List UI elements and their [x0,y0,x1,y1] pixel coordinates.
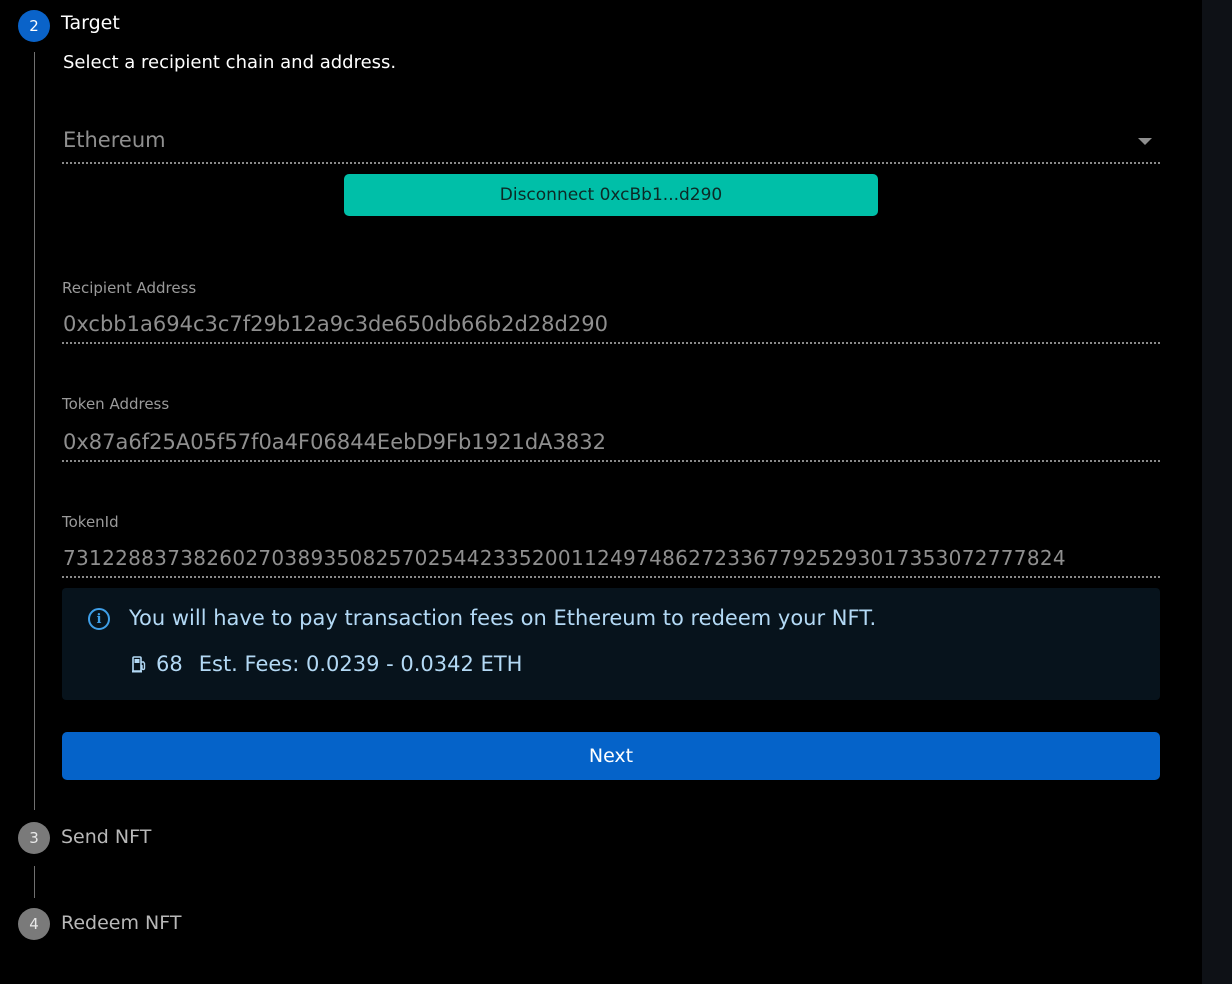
step-connector [34,52,35,810]
gas-pump-icon [132,656,146,673]
step-4-indicator: 4 [18,908,50,940]
step-connector [34,866,35,898]
fee-estimate-row: 68 Est. Fees: 0.0239 - 0.0342 ETH [132,652,522,676]
gas-price: 68 [156,652,183,676]
step-4-number: 4 [29,915,39,933]
disconnect-wallet-button[interactable]: Disconnect 0xcBb1...d290 [344,174,878,216]
step-2-title: Target [61,12,120,34]
token-id-label: TokenId [62,513,119,531]
token-address-label: Token Address [62,395,170,413]
fee-notice: i You will have to pay transaction fees … [62,588,1160,700]
token-id-value: 7312288373826027038935082570254423352001… [63,546,1066,570]
token-address-field[interactable]: 0x87a6f25A05f57f0a4F06844EebD9Fb1921dA38… [62,424,1160,462]
step-3-indicator: 3 [18,822,50,854]
info-circle-icon: i [88,608,110,630]
fee-notice-message: You will have to pay transaction fees on… [129,606,877,630]
recipient-address-field[interactable]: 0xcbb1a694c3c7f29b12a9c3de650db66b2d28d2… [62,306,1160,344]
step-3-number: 3 [29,829,39,847]
recipient-address-value: 0xcbb1a694c3c7f29b12a9c3de650db66b2d28d2… [63,312,608,336]
step-3-title: Send NFT [61,826,152,848]
step-2-indicator: 2 [18,10,50,42]
next-button[interactable]: Next [62,732,1160,780]
chevron-down-icon [1138,138,1152,145]
page: 2 Target Select a recipient chain and ad… [0,0,1232,984]
step-description: Select a recipient chain and address. [63,52,397,73]
token-id-field[interactable]: 7312288373826027038935082570254423352001… [62,540,1160,578]
token-address-value: 0x87a6f25A05f57f0a4F06844EebD9Fb1921dA38… [63,430,606,454]
step-4-title: Redeem NFT [61,912,182,934]
chain-select-value: Ethereum [63,128,166,152]
chain-select[interactable]: Ethereum [62,122,1160,164]
scroll-gutter [1202,0,1232,984]
fee-estimate: Est. Fees: 0.0239 - 0.0342 ETH [198,652,523,676]
recipient-address-label: Recipient Address [62,279,197,297]
step-2-number: 2 [29,17,39,35]
